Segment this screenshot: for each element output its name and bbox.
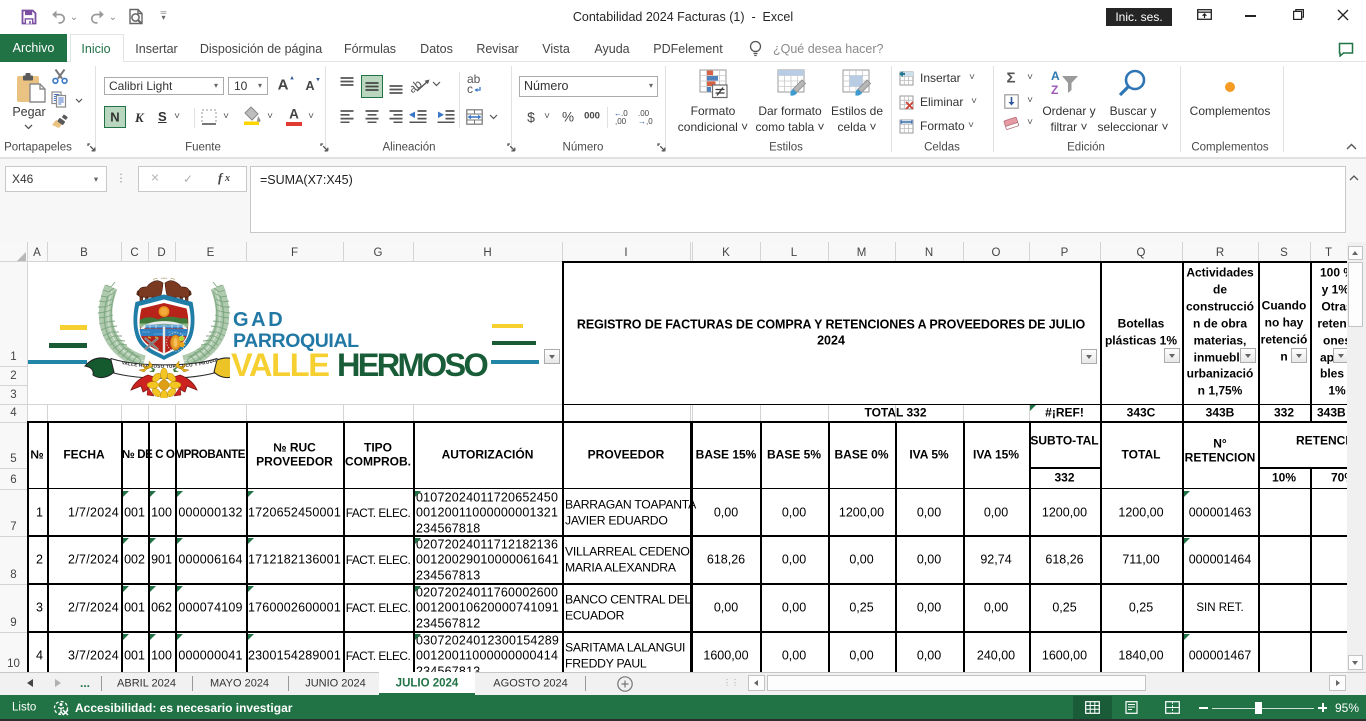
svg-text:A: A bbox=[1051, 69, 1060, 83]
svg-text:Z: Z bbox=[1051, 83, 1058, 97]
svg-text:→: → bbox=[638, 117, 646, 125]
svg-text:,00: ,00 bbox=[615, 117, 627, 125]
svg-text:c: c bbox=[467, 82, 473, 95]
svg-text:,0: ,0 bbox=[646, 117, 653, 125]
